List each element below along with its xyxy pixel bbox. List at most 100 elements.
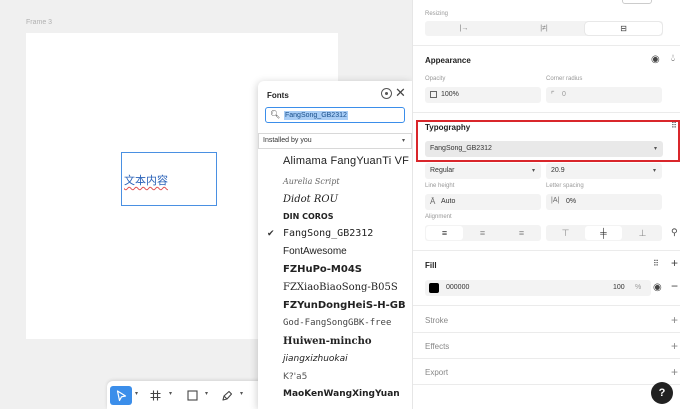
add-effect-icon[interactable]: + [671,339,678,353]
divider [413,384,680,385]
corner-radius-label: Corner radius [546,76,583,82]
appearance-title: Appearance [425,56,471,65]
fill-color-swatch[interactable] [429,283,439,293]
font-item-selected[interactable]: FangSong_GB2312 [283,228,373,239]
divider [413,332,680,333]
properties-panel: Resizing |→ |≠| ⊟ Appearance ◉ 💧︎ Opacit… [412,0,680,409]
font-item[interactable]: Huiwen-mincho [283,336,372,347]
font-item[interactable]: K?'a5 [283,372,307,382]
eye-icon[interactable]: ◉ [653,282,662,293]
fill-row[interactable]: 000000 100 % [425,280,651,296]
fonts-popup-title: Fonts [267,91,289,100]
text-settings-icon[interactable]: ⚲ [671,227,678,238]
corner-radius-icon: ⌜ [551,90,555,99]
line-height-label: Line height [425,183,455,189]
line-height-icon: Ā [430,197,436,206]
rectangle-tool-button[interactable] [184,386,200,405]
check-icon: ✔ [267,228,275,238]
resize-fixed-button[interactable]: |→ [425,21,503,36]
rectangle-tool-chevron-icon[interactable]: ▾ [205,390,208,397]
remove-fill-icon[interactable]: − [671,279,678,293]
font-filter-label: Installed by you [263,137,312,144]
grid-dots-icon[interactable]: ⠿ [653,259,659,268]
font-search-value[interactable]: FangSong_GB2312 [284,111,348,120]
frame-tool-chevron-icon[interactable]: ▾ [169,390,172,397]
letter-spacing-icon: |A| [551,197,560,204]
pen-icon [222,390,233,401]
target-icon[interactable] [381,88,392,99]
frame-tool-button[interactable] [147,386,163,405]
pen-tool-chevron-icon[interactable]: ▾ [240,390,243,397]
fill-hex-value[interactable]: 000000 [446,284,469,291]
opacity-input[interactable]: 100% [425,87,541,103]
font-item[interactable]: FZXiaoBiaoSong-B05S [283,282,398,293]
corner-radius-value: 0 [562,91,566,98]
line-height-input[interactable]: Ā Auto [425,194,541,210]
effects-title: Effects [425,342,450,351]
add-export-icon[interactable]: + [671,365,678,379]
search-icon: 🔍︎ [270,110,281,119]
export-title: Export [425,368,449,377]
font-size-input[interactable]: 20.9 ▾ [546,163,662,179]
fill-opacity-unit: % [635,284,642,291]
vertical-align-segment: ⊤ ╪ ⊥ [546,225,662,241]
font-item[interactable]: FZYunDongHeiS-H-GB [283,300,406,311]
font-item[interactable]: God-FangSongGBK-free [283,318,391,328]
rectangle-icon [186,390,198,401]
font-item[interactable]: Aurelia Script [283,177,340,186]
font-item[interactable]: jiangxizhuokai [283,354,348,364]
font-item[interactable]: MaoKenWangXingYuan [283,389,400,399]
font-item[interactable]: FZHuPo-M04S [283,264,362,275]
cursor-icon [116,389,126,401]
corner-radius-input[interactable]: ⌜ 0 [546,87,662,103]
align-middle-icon[interactable]: ╪ [585,226,622,240]
align-left-icon[interactable]: ≡ [426,226,463,240]
letter-spacing-value: 0% [566,198,577,205]
text-layer[interactable]: 文本内容 [121,152,217,206]
text-layer-content: 文本内容 [124,174,168,187]
add-stroke-icon[interactable]: + [671,313,678,327]
font-search-input[interactable]: 🔍︎ FangSong_GB2312 [265,107,405,123]
add-fill-icon[interactable]: + [671,256,678,270]
font-weight-select[interactable]: Regular ▾ [425,163,541,179]
stroke-title: Stroke [425,316,449,325]
opacity-label: Opacity [425,76,446,82]
top-field-stub[interactable] [622,0,652,4]
align-top-icon[interactable]: ⊤ [547,226,584,240]
move-tool-button[interactable] [110,386,132,405]
chevron-down-icon: ▾ [652,168,656,174]
font-item[interactable]: FontAwesome [283,246,347,257]
resize-fill-button[interactable]: ⊟ [585,22,662,35]
opacity-icon [430,91,437,98]
close-icon[interactable]: ✕ [395,85,406,101]
divider [413,45,680,46]
alignment-label: Alignment [425,214,452,220]
move-tool-chevron-icon[interactable]: ▾ [135,390,138,397]
drop-icon[interactable]: 💧︎ [671,53,675,64]
font-item[interactable]: Alimama FangYuanTi VF [283,155,409,167]
divider [413,112,680,113]
help-button[interactable]: ? [651,382,673,404]
eye-icon[interactable]: ◉ [651,54,660,65]
align-right-icon[interactable]: ≡ [503,226,540,240]
frame-icon [150,390,160,401]
font-filter-select[interactable]: Installed by you ▾ [258,133,412,149]
resize-hug-button[interactable]: |≠| [505,21,583,36]
divider [413,305,680,306]
letter-spacing-input[interactable]: |A| 0% [546,194,662,210]
divider [413,358,680,359]
align-center-icon[interactable]: ≡ [464,226,501,240]
resizing-label: Resizing [425,11,449,17]
align-bottom-icon[interactable]: ⊥ [624,226,661,240]
chevron-down-icon: ▾ [401,138,405,144]
font-item[interactable]: DIN COROS [283,212,334,221]
font-item[interactable]: Didot ROU [283,194,338,205]
horizontal-align-segment: ≡ ≡ ≡ [425,225,541,241]
resizing-segment: |→ |≠| ⊟ [425,21,663,36]
font-weight-value: Regular [430,167,455,174]
chevron-down-icon: ▾ [531,168,535,174]
frame-label[interactable]: Frame 3 [26,19,52,26]
fill-opacity-value[interactable]: 100 [613,284,625,291]
pen-tool-button[interactable] [219,386,235,405]
typography-highlight-box [416,120,680,162]
